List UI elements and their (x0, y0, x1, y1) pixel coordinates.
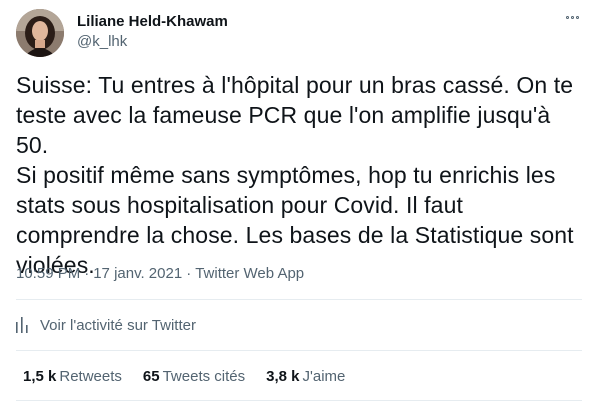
tweet-source[interactable]: Twitter Web App (195, 265, 304, 282)
author-display-name[interactable]: Liliane Held-Khawam (77, 13, 228, 31)
tweet-date[interactable]: 17 janv. 2021 (93, 265, 182, 282)
analytics-icon (16, 317, 28, 333)
tweet-text: Suisse: Tu entres à l'hôpital pour un br… (16, 72, 574, 278)
author-info: Liliane Held-Khawam @k_lhk (77, 13, 228, 51)
author-handle[interactable]: @k_lhk (77, 33, 228, 51)
avatar-photo (16, 9, 64, 57)
engagement-stats: 1,5 k Retweets 65 Tweets cités 3,8 k J'aime (23, 368, 366, 386)
quote-tweets-label: Tweets cités (162, 368, 246, 385)
likes-label: J'aime (302, 368, 346, 385)
quote-tweets-count: 65 (142, 368, 160, 385)
avatar[interactable] (16, 9, 64, 57)
meta-separator: · (186, 265, 192, 282)
divider (16, 350, 582, 351)
likes-stat[interactable]: 3,8 k J'aime (266, 368, 345, 386)
retweets-stat[interactable]: 1,5 k Retweets (23, 368, 122, 386)
likes-count: 3,8 k (266, 368, 300, 385)
quote-tweets-stat[interactable]: 65 Tweets cités (143, 368, 245, 386)
view-activity-label: Voir l'activité sur Twitter (40, 316, 196, 334)
view-activity-link[interactable]: Voir l'activité sur Twitter (16, 316, 196, 334)
tweet-card: Liliane Held-Khawam @k_lhk Suisse: Tu en… (0, 0, 598, 401)
divider (16, 299, 582, 300)
retweets-count: 1,5 k (23, 368, 57, 385)
tweet-time[interactable]: 10:59 PM (16, 265, 80, 282)
tweet-meta: 10:59 PM · 17 janv. 2021 · Twitter Web App (16, 265, 304, 283)
meta-separator: · (84, 265, 90, 282)
tweet-header: Liliane Held-Khawam @k_lhk (16, 9, 582, 57)
more-options-icon[interactable] (562, 9, 582, 25)
retweets-label: Retweets (59, 368, 122, 385)
